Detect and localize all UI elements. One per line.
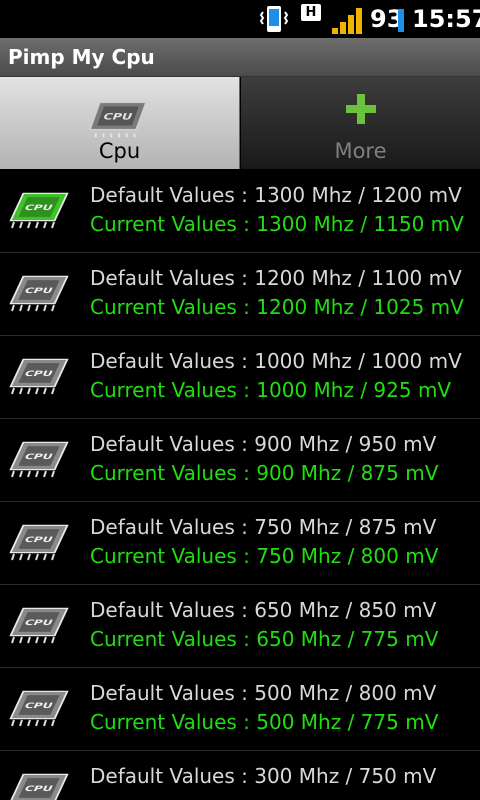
tab-more-label: More — [334, 139, 387, 163]
current-values-text: Current Values : 1200 Mhz / 1025 mV — [90, 295, 464, 319]
frequency-row[interactable]: CPU Default Values : 750 Mhz / 875 mV Curr… — [0, 502, 480, 585]
cpu-chip-icon: CPU — [88, 101, 148, 138]
default-values-text: Default Values : 1300 Mhz / 1200 mV — [90, 183, 462, 207]
cpu-chip-icon: CPU — [9, 275, 69, 312]
current-values-text: Current Values : 1000 Mhz / 925 mV — [90, 378, 452, 402]
status-bar: H 93 15:57 — [0, 0, 480, 38]
default-values-text: Default Values : 300 Mhz / 750 mV — [90, 764, 437, 788]
cpu-chip-icon: CPU — [9, 358, 69, 395]
frequency-row[interactable]: CPU Default Values : 500 Mhz / 800 mV Curr… — [0, 668, 480, 751]
svg-text:CPU: CPU — [23, 619, 54, 628]
default-values-text: Default Values : 500 Mhz / 800 mV — [90, 681, 437, 705]
tab-more[interactable]: More — [241, 77, 480, 169]
current-values-text: Current Values : 500 Mhz / 775 mV — [90, 710, 439, 734]
svg-text:CPU: CPU — [23, 370, 54, 379]
default-values-text: Default Values : 750 Mhz / 875 mV — [90, 515, 437, 539]
svg-text:CPU: CPU — [23, 785, 54, 794]
current-values-text: Current Values : 1300 Mhz / 1150 mV — [90, 212, 464, 236]
svg-text:CPU: CPU — [23, 702, 54, 711]
frequency-row[interactable]: CPU Default Values : 1000 Mhz / 1000 mV Cu… — [0, 336, 480, 419]
cpu-chip-icon: CPU — [9, 441, 69, 478]
default-values-text: Default Values : 1200 Mhz / 1100 mV — [90, 266, 462, 290]
phone-vibrate-icon — [259, 6, 289, 32]
app-title: Pimp My Cpu — [8, 45, 155, 69]
cpu-chip-icon: CPU — [9, 690, 69, 727]
cpu-chip-icon: CPU — [9, 607, 69, 644]
cpu-chip-active-icon: CPU — [9, 192, 69, 229]
current-values-text: Current Values : 750 Mhz / 800 mV — [90, 544, 439, 568]
frequency-row[interactable]: CPU Default Values : 1300 Mhz / 1200 mV Cu… — [0, 170, 480, 253]
frequency-row[interactable]: CPU Default Values : 900 Mhz / 950 mV Curr… — [0, 419, 480, 502]
frequency-row[interactable]: CPU Default Values : 300 Mhz / 750 mV — [0, 751, 480, 800]
battery-icon — [398, 9, 404, 32]
current-values-text: Current Values : 650 Mhz / 775 mV — [90, 627, 439, 651]
svg-text:CPU: CPU — [23, 204, 54, 213]
hsdpa-icon: H — [301, 4, 321, 21]
tab-cpu[interactable]: CPU Cpu — [0, 77, 240, 169]
default-values-text: Default Values : 900 Mhz / 950 mV — [90, 432, 437, 456]
svg-text:CPU: CPU — [23, 287, 54, 296]
current-values-text: Current Values : 900 Mhz / 875 mV — [90, 461, 439, 485]
tab-bar: CPU Cpu More — [0, 77, 480, 169]
default-values-text: Default Values : 650 Mhz / 850 mV — [90, 598, 437, 622]
default-values-text: Default Values : 1000 Mhz / 1000 mV — [90, 349, 462, 373]
svg-text:CPU: CPU — [102, 111, 134, 121]
plus-icon — [346, 94, 376, 124]
frequency-row[interactable]: CPU Default Values : 650 Mhz / 850 mV Curr… — [0, 585, 480, 668]
tab-cpu-label: Cpu — [98, 139, 141, 163]
app-title-bar: Pimp My Cpu — [0, 38, 480, 77]
cpu-chip-icon: CPU — [9, 524, 69, 561]
frequency-row[interactable]: CPU Default Values : 1200 Mhz / 1100 mV Cu… — [0, 253, 480, 336]
frequency-list[interactable]: CPU Default Values : 1300 Mhz / 1200 mV Cu… — [0, 170, 480, 800]
svg-text:CPU: CPU — [23, 536, 54, 545]
clock: 15:57 — [412, 5, 480, 33]
cpu-chip-icon: CPU — [9, 773, 69, 800]
signal-strength-icon — [332, 8, 362, 34]
svg-text:CPU: CPU — [23, 453, 54, 462]
